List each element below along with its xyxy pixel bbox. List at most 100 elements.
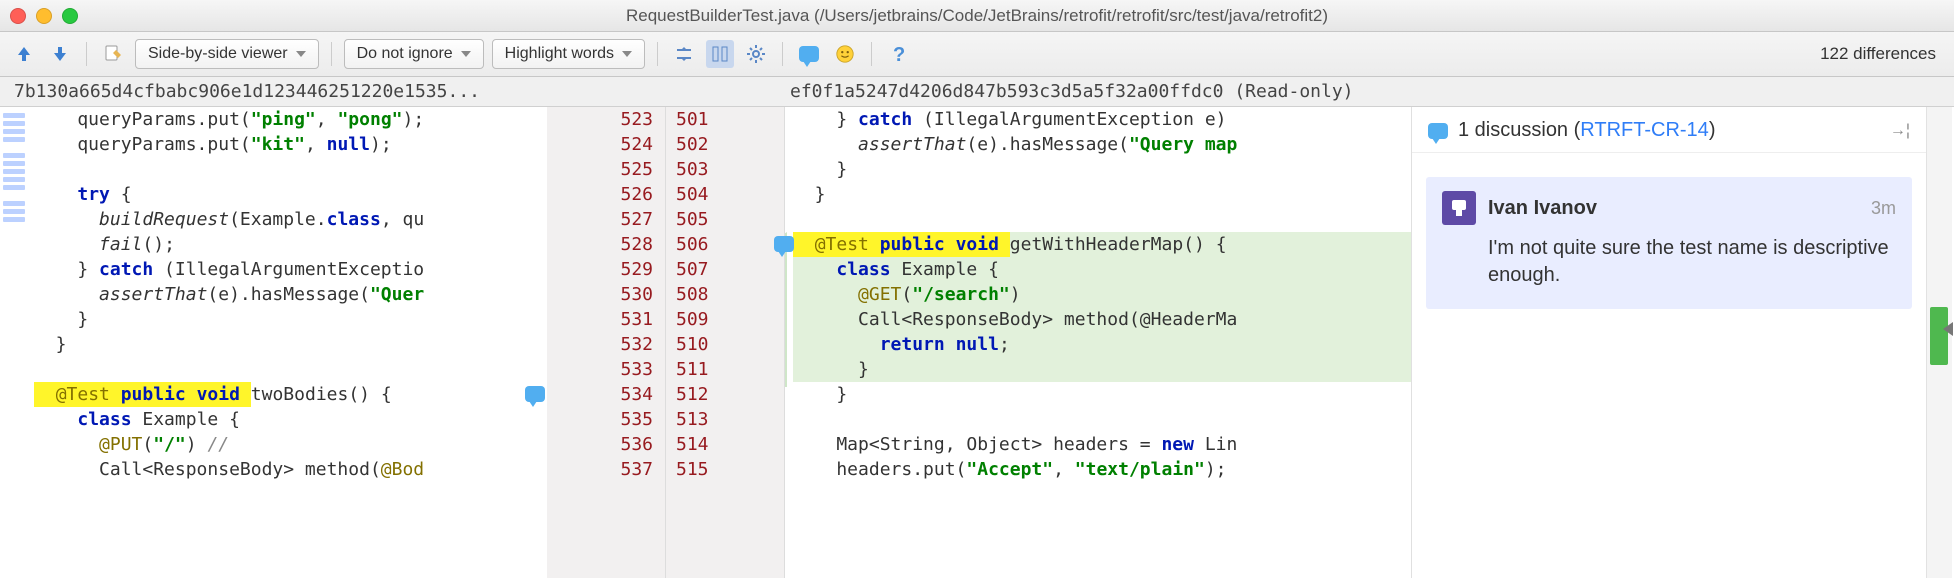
line-number[interactable]: 527 [547, 207, 653, 232]
ignore-mode-dropdown[interactable]: Do not ignore [344, 39, 484, 69]
line-number[interactable]: 507 [676, 257, 772, 282]
line-number[interactable]: 504 [676, 182, 772, 207]
code-line[interactable]: assertThat(e).hasMessage("Query map [793, 132, 1411, 157]
line-number[interactable]: 534 [547, 382, 653, 407]
code-line[interactable] [793, 207, 1411, 232]
line-number[interactable]: 526 [547, 182, 653, 207]
show-comments-button[interactable] [795, 40, 823, 68]
line-number[interactable]: 531 [547, 307, 653, 332]
discussion-ticket-link[interactable]: RTRFT-CR-14 [1580, 119, 1709, 141]
line-number[interactable]: 512 [676, 382, 772, 407]
code-line[interactable]: } [34, 332, 547, 357]
help-button[interactable]: ? [884, 40, 912, 68]
line-number[interactable]: 530 [547, 282, 653, 307]
line-number[interactable]: 525 [547, 157, 653, 182]
line-number[interactable]: 535 [547, 407, 653, 432]
help-icon: ? [888, 44, 908, 64]
zoom-window-button[interactable] [62, 8, 78, 24]
code-line[interactable]: } [793, 182, 1411, 207]
line-number[interactable]: 524 [547, 132, 653, 157]
line-number[interactable]: 532 [547, 332, 653, 357]
code-line[interactable]: } [793, 157, 1411, 182]
avatar [1442, 191, 1476, 225]
line-number[interactable]: 509 [676, 307, 772, 332]
code-line[interactable]: @Test public void twoBodies() { [34, 382, 547, 407]
line-number[interactable]: 529 [547, 257, 653, 282]
traffic-lights [10, 8, 78, 24]
line-number[interactable]: 523 [547, 107, 653, 132]
line-number[interactable]: 537 [547, 457, 653, 482]
separator [657, 42, 658, 66]
line-number[interactable]: 513 [676, 407, 772, 432]
line-number[interactable]: 510 [676, 332, 772, 357]
code-line[interactable]: class Example { [793, 257, 1411, 282]
code-line[interactable]: @PUT("/") // [34, 432, 547, 457]
next-diff-button[interactable] [46, 40, 74, 68]
code-line[interactable]: queryParams.put("kit", null); [34, 132, 547, 157]
line-number[interactable]: 505 [676, 207, 772, 232]
goto-discussion-button[interactable]: →¦ [1890, 122, 1910, 140]
code-line[interactable]: } catch (IllegalArgumentException e) [793, 107, 1411, 132]
highlight-mode-dropdown[interactable]: Highlight words [492, 39, 645, 69]
comment-marker-icon[interactable] [525, 386, 545, 402]
code-line[interactable]: } catch (IllegalArgumentExceptio [34, 257, 547, 282]
code-line[interactable] [34, 357, 547, 382]
line-number[interactable]: 536 [547, 432, 653, 457]
code-line[interactable]: Map<String, Object> headers = new Lin [793, 432, 1411, 457]
code-line[interactable]: @GET("/search") [793, 282, 1411, 307]
line-number[interactable]: 501 [676, 107, 772, 132]
arrow-down-icon [50, 44, 70, 64]
comment-body: I'm not quite sure the test name is desc… [1488, 235, 1896, 289]
code-line[interactable]: headers.put("Accept", "text/plain"); [793, 457, 1411, 482]
code-line[interactable]: Call<ResponseBody> method(@HeaderMa [793, 307, 1411, 332]
code-line[interactable] [34, 157, 547, 182]
right-minimap[interactable] [1926, 107, 1952, 578]
sync-scroll-icon [710, 44, 730, 64]
minimize-window-button[interactable] [36, 8, 52, 24]
code-line[interactable]: @Test public void getWithHeaderMap() { [793, 232, 1411, 257]
comment-icon [799, 46, 819, 62]
chevron-down-icon [461, 51, 471, 57]
comment-marker-icon[interactable] [774, 236, 794, 252]
review-icon [835, 43, 855, 65]
discussion-comment[interactable]: Ivan Ivanov 3m I'm not quite sure the te… [1426, 177, 1912, 309]
comment-time: 3m [1871, 198, 1896, 219]
line-number[interactable]: 503 [676, 157, 772, 182]
settings-button[interactable] [742, 40, 770, 68]
discussion-count-label: 1 discussion ( [1458, 119, 1580, 141]
left-code-pane[interactable]: queryParams.put("ping", "pong"); queryPa… [28, 107, 547, 578]
line-number[interactable]: 511 [676, 357, 772, 382]
collapse-unchanged-button[interactable] [670, 40, 698, 68]
line-number[interactable]: 515 [676, 457, 772, 482]
left-minimap[interactable] [0, 107, 28, 578]
review-button[interactable] [831, 40, 859, 68]
viewer-mode-dropdown[interactable]: Side-by-side viewer [135, 39, 319, 69]
line-number[interactable]: 508 [676, 282, 772, 307]
code-line[interactable]: assertThat(e).hasMessage("Quer [34, 282, 547, 307]
edit-source-button[interactable] [99, 40, 127, 68]
minimap-marker[interactable] [1930, 307, 1948, 365]
titlebar: RequestBuilderTest.java (/Users/jetbrain… [0, 0, 1954, 32]
code-line[interactable]: } [793, 382, 1411, 407]
line-number[interactable]: 514 [676, 432, 772, 457]
code-line[interactable]: buildRequest(Example.class, qu [34, 207, 547, 232]
prev-diff-button[interactable] [10, 40, 38, 68]
code-line[interactable]: return null; [793, 332, 1411, 357]
sync-scroll-button[interactable] [706, 40, 734, 68]
diff-area: queryParams.put("ping", "pong"); queryPa… [0, 107, 1954, 578]
right-code-pane[interactable]: } catch (IllegalArgumentException e) ass… [787, 107, 1411, 578]
edit-icon [103, 44, 123, 64]
code-line[interactable]: class Example { [34, 407, 547, 432]
code-line[interactable]: } [34, 307, 547, 332]
code-line[interactable]: } [793, 357, 1411, 382]
code-line[interactable]: try { [34, 182, 547, 207]
close-window-button[interactable] [10, 8, 26, 24]
code-line[interactable]: Call<ResponseBody> method(@Bod [34, 457, 547, 482]
code-line[interactable]: fail(); [34, 232, 547, 257]
line-number[interactable]: 528 [547, 232, 653, 257]
code-line[interactable] [793, 407, 1411, 432]
code-line[interactable]: queryParams.put("ping", "pong"); [34, 107, 547, 132]
line-number[interactable]: 506 [676, 232, 772, 257]
line-number[interactable]: 533 [547, 357, 653, 382]
line-number[interactable]: 502 [676, 132, 772, 157]
